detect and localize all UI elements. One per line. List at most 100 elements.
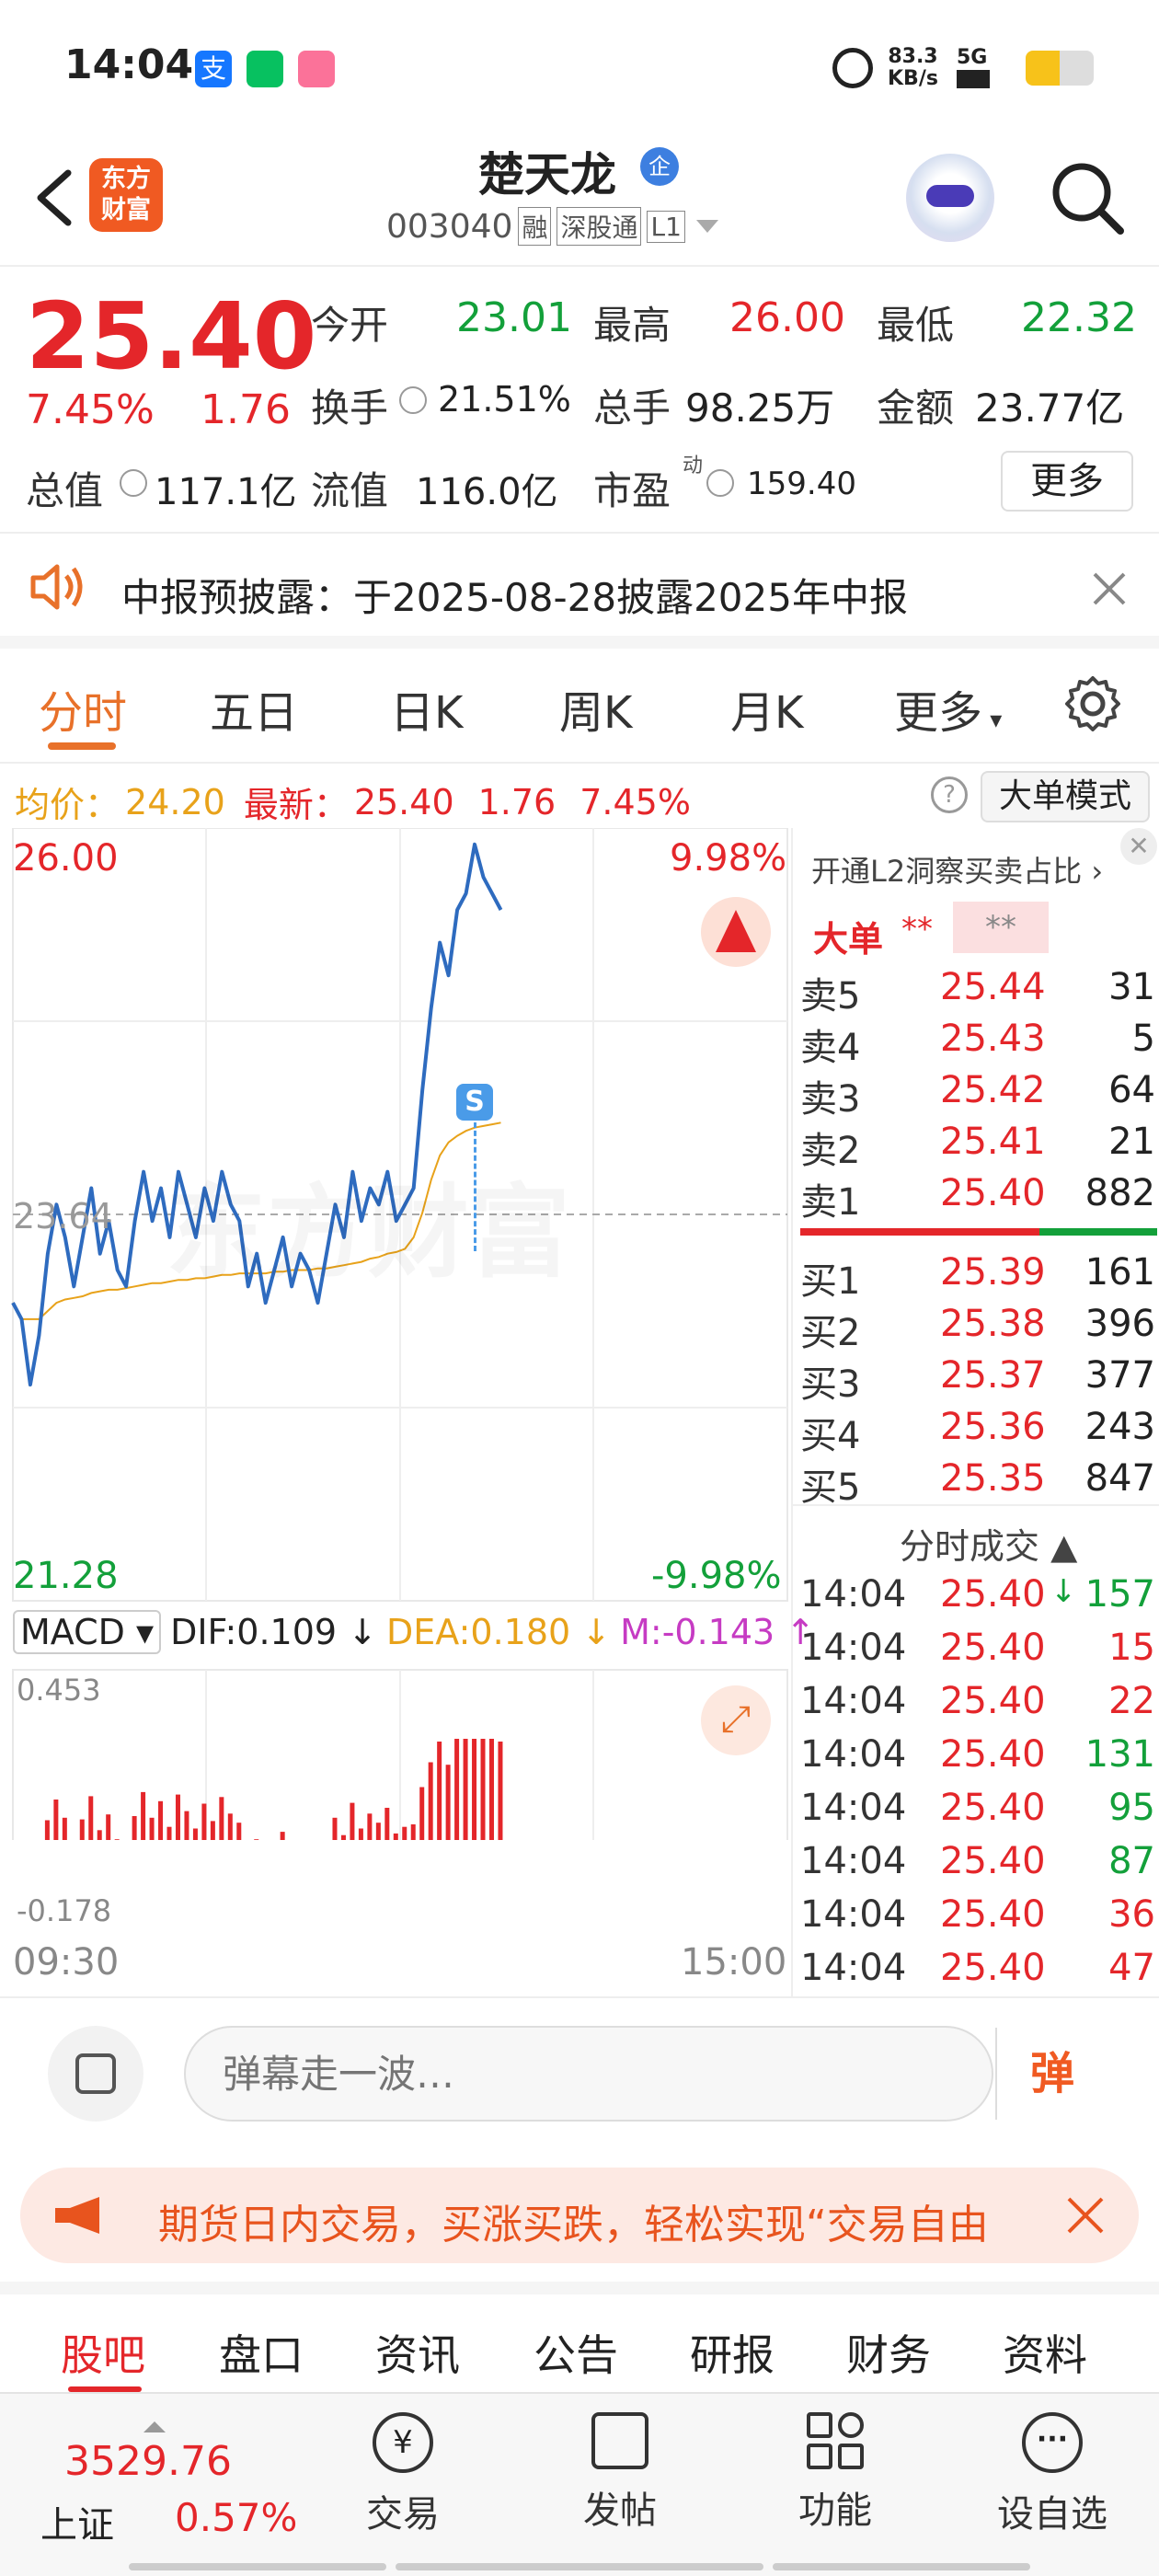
ask-row-price: 25.43 [940, 1018, 1046, 1060]
macd-selector[interactable]: MACD ▾ [13, 1610, 162, 1654]
pe-value: 159.40 [747, 466, 856, 502]
ad-banner[interactable]: 期货日内交易，买涨买跌，轻松实现“交易自由 [20, 2168, 1139, 2263]
robot-avatar[interactable] [906, 154, 994, 242]
info-icon[interactable] [399, 386, 427, 414]
tick-row-vol: 157 [1084, 1573, 1155, 1616]
macd-bar [158, 1800, 164, 1840]
low-label: 最低 [877, 303, 955, 348]
bid-row-price: 25.38 [940, 1303, 1046, 1345]
dropdown-icon[interactable] [695, 220, 718, 233]
big-order-mode-button[interactable]: 大单模式 [981, 771, 1150, 822]
tab-more[interactable]: 更多 ▾ [894, 676, 1002, 741]
battery-icon [1026, 51, 1094, 86]
tab-intraday[interactable]: 分时 [39, 676, 127, 741]
macd-bar [79, 1819, 85, 1840]
help-icon[interactable]: ? [931, 776, 968, 813]
expand-icon[interactable]: ⤢ [701, 1685, 771, 1755]
macd-bar [132, 1816, 137, 1840]
tag-level: L1 [647, 210, 685, 243]
network-speed: 83.3 [888, 45, 938, 68]
tick-row: 14:04 25.40 95 [793, 1787, 1159, 1839]
search-icon[interactable] [1049, 159, 1126, 236]
ask-row-vol: 64 [1108, 1069, 1155, 1111]
macd-bar [332, 1817, 338, 1840]
tab-monthly-k[interactable]: 月K [730, 676, 803, 741]
more-button[interactable]: 更多 [1001, 451, 1133, 512]
stock-code-row[interactable]: 003040 融 深股通 L1 [386, 207, 718, 246]
tick-row-label: 14:04 [800, 1627, 907, 1669]
tab-guba[interactable]: 股吧 [61, 2322, 145, 2383]
high-label: 最高 [593, 303, 671, 348]
tick-row-vol: 22 [1108, 1680, 1155, 1722]
gear-icon[interactable] [1063, 674, 1122, 733]
turnover-value: 21.51% [438, 379, 571, 420]
tab-profile[interactable]: 资料 [1003, 2322, 1087, 2383]
close-icon[interactable]: ✕ [1120, 828, 1157, 865]
turnover-label: 换手 [311, 385, 389, 431]
comment-input[interactable] [184, 2026, 993, 2122]
macd-bar [53, 1800, 59, 1840]
tick-row-price: 25.40 [940, 1947, 1046, 1989]
tab-finance[interactable]: 财务 [846, 2322, 931, 2383]
bid-row-label: 买3 [800, 1363, 861, 1406]
bid-row-vol: 396 [1084, 1303, 1155, 1345]
bottom-toolbar: 3529.76 上证 0.57% ¥ 交易 发帖 功能 ··· 设自选 [0, 2392, 1159, 2576]
bid-row-vol: 161 [1084, 1251, 1155, 1294]
tab-pankou[interactable]: 盘口 [219, 2322, 304, 2383]
app-logo[interactable]: 东方 财富 [89, 158, 163, 232]
ask-row: 卖1 25.40 882 [793, 1172, 1159, 1225]
amount-label: 金额 [877, 385, 955, 431]
function-button[interactable]: 功能 [771, 2412, 900, 2534]
info-icon[interactable] [120, 469, 147, 497]
l2-title[interactable]: 开通L2洞察买卖占比 › [811, 848, 1103, 891]
bid-row: 买4 25.36 243 [793, 1406, 1159, 1458]
back-icon[interactable] [29, 166, 85, 230]
ask-row: 卖5 25.44 31 [793, 966, 1159, 1018]
close-icon[interactable] [1091, 570, 1128, 607]
last-value: 25.40 [353, 781, 454, 822]
sell-signal-icon[interactable]: S [456, 1084, 493, 1121]
index-widget[interactable]: 3529.76 上证 0.57% [28, 2421, 331, 2559]
close-icon[interactable] [1065, 2195, 1106, 2236]
tick-row: 14:04 25.40 47 [793, 1947, 1159, 1999]
bid-row-price: 25.36 [940, 1406, 1046, 1448]
pe-label: 市盈 [593, 468, 671, 513]
send-danmu-button[interactable]: 弹 [995, 2028, 1107, 2120]
info-icon[interactable] [706, 469, 734, 497]
bid-row: 买3 25.37 377 [793, 1354, 1159, 1407]
tab-announcement[interactable]: 公告 [534, 2322, 618, 2383]
tab-5day[interactable]: 五日 [210, 676, 298, 741]
macd-bar [419, 1787, 425, 1840]
index-name: 上证 [40, 2504, 114, 2547]
trade-button[interactable]: ¥ 交易 [339, 2412, 467, 2537]
post-button[interactable]: 发帖 [556, 2412, 684, 2534]
bid-row: 买1 25.39 161 [793, 1251, 1159, 1304]
ask-row-price: 25.44 [940, 966, 1046, 1008]
tab-weekly-k[interactable]: 周K [559, 676, 632, 741]
tab-news[interactable]: 资讯 [375, 2322, 460, 2383]
down-arrow-icon: ↓ [1050, 1573, 1077, 1610]
bid-row-price: 25.39 [940, 1251, 1046, 1294]
notice-bar[interactable]: 中报预披露：于2025-08-28披露2025年中报 [0, 534, 1159, 649]
tab-research[interactable]: 研报 [690, 2322, 775, 2383]
tick-row-vol: 87 [1108, 1840, 1155, 1882]
tab-daily-k[interactable]: 日K [390, 676, 463, 741]
alipay-icon: 支 [195, 51, 232, 87]
yen-icon: ¥ [373, 2412, 433, 2473]
macd-bar [358, 1828, 363, 1840]
macd-bar [454, 1739, 460, 1840]
macd-bar [340, 1834, 346, 1840]
macd-bar [236, 1823, 242, 1840]
last-price: 25.40 [26, 282, 317, 390]
add-watchlist-button[interactable]: ··· 设自选 [988, 2412, 1117, 2537]
mcap-label: 总值 [26, 468, 104, 513]
note-icon[interactable] [48, 2026, 143, 2122]
ticks-title[interactable]: 分时成交 ▲ [900, 1518, 1077, 1569]
last-label: 最新： [243, 785, 349, 825]
logo-line1: 东方 [101, 165, 151, 193]
status-bar: 14:04 支 83.3 KB/s 5G [0, 0, 1159, 133]
macd-bar [472, 1739, 477, 1840]
fire-icon[interactable] [701, 897, 771, 967]
ask-row-label: 卖3 [800, 1078, 861, 1121]
stock-code: 003040 [386, 207, 513, 246]
